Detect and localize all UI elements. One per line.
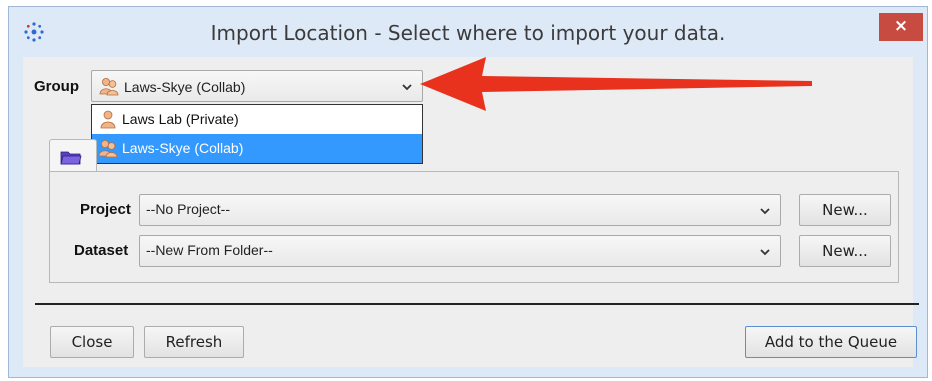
chevron-down-icon — [760, 208, 770, 215]
tab-server[interactable] — [49, 139, 97, 173]
group-select-value: Laws-Skye (Collab) — [124, 79, 246, 95]
dataset-label: Dataset — [74, 242, 129, 259]
chevron-down-icon — [760, 249, 770, 256]
close-window-button[interactable]: × — [879, 13, 923, 41]
single-user-icon — [100, 110, 116, 129]
window-title: Import Location - Select where to import… — [210, 21, 726, 45]
dataset-select-value: --New From Folder-- — [146, 242, 273, 258]
group-option-label: Laws-Skye (Collab) — [122, 140, 244, 156]
project-select-value: --No Project-- — [146, 201, 231, 217]
project-label: Project — [80, 201, 131, 218]
chevron-down-icon — [402, 84, 412, 91]
group-option-collab[interactable]: Laws-Skye (Collab) — [92, 134, 422, 163]
refresh-button[interactable]: Refresh — [144, 326, 244, 358]
group-label: Group — [34, 78, 79, 95]
annotation-arrow-icon — [420, 57, 812, 111]
divider — [35, 303, 919, 305]
group-select[interactable]: Laws-Skye (Collab) — [91, 70, 423, 102]
new-project-button[interactable]: New... — [799, 194, 891, 226]
add-to-queue-button[interactable]: Add to the Queue — [745, 326, 917, 358]
dataset-select[interactable]: --New From Folder-- — [139, 235, 781, 267]
title-bar[interactable]: Import Location - Select where to import… — [9, 7, 927, 57]
new-dataset-button[interactable]: New... — [799, 235, 891, 267]
group-option-label: Laws Lab (Private) — [122, 111, 239, 127]
group-users-icon — [98, 140, 118, 158]
folder-icon — [60, 151, 82, 165]
close-button[interactable]: Close — [50, 326, 134, 358]
group-dropdown-list: Laws Lab (Private) Laws-Skye (Collab) — [91, 104, 423, 164]
group-users-icon — [99, 78, 119, 96]
group-option-private[interactable]: Laws Lab (Private) — [92, 105, 422, 134]
project-select[interactable]: --No Project-- — [139, 194, 781, 226]
